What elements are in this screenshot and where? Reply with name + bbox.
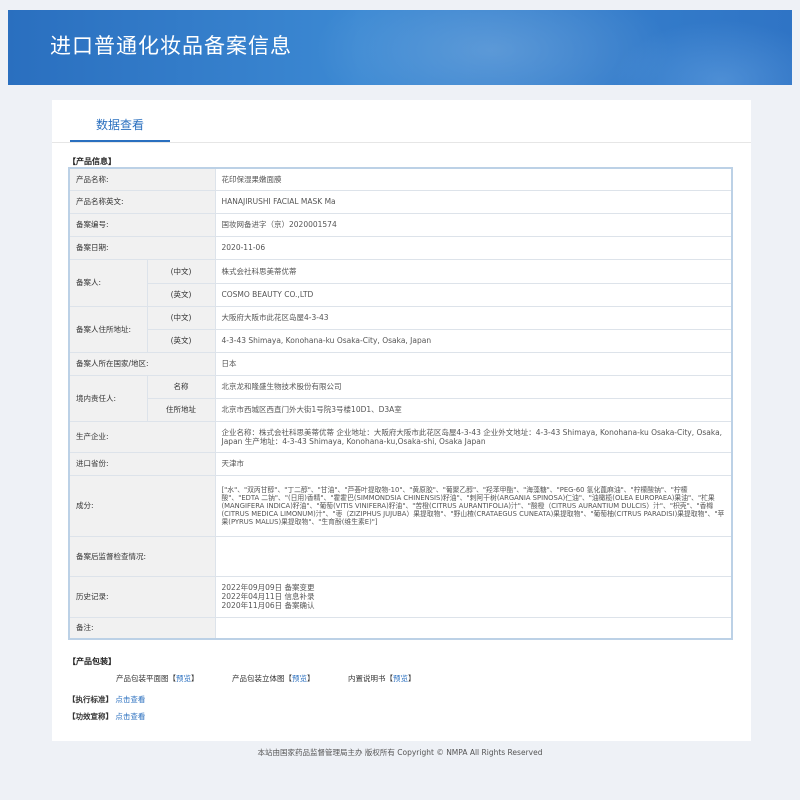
table-row: 历史记录: 2022年09月09日 备案变更 2022年04月11日 信息补录 … xyxy=(68,575,733,618)
section-efficacy: 【功效宣称】 xyxy=(68,712,113,721)
remark-label: 备注: xyxy=(68,616,216,640)
history-value: 2022年09月09日 备案变更 2022年04月11日 信息补录 2020年1… xyxy=(214,575,733,618)
bracket-close: 】 xyxy=(408,674,416,683)
address-cn-sub: (中文) xyxy=(146,305,216,330)
table-row: 备案人所在国家/地区: 日本 xyxy=(68,351,733,376)
history-label: 历史记录: xyxy=(68,575,216,618)
packaging-manual: 内置说明书【预览】 xyxy=(348,673,416,684)
agent-addr-sub: 住所地址 xyxy=(146,397,216,422)
table-row: 成分: ["水"、"双丙甘醇"、"丁二醇"、"甘油"、"芦荟叶提取物-10"、"… xyxy=(68,474,733,537)
page-title: 进口普通化妆品备案信息 xyxy=(50,34,292,58)
country-label: 备案人所在国家/地区: xyxy=(68,351,216,376)
record-no-value: 国妆网备进字（京）2020001574 xyxy=(214,212,733,237)
table-row: (英文) 4-3-43 Shimaya, Konohana-ku Osaka-C… xyxy=(69,328,733,353)
port-label: 进口省份: xyxy=(68,451,216,476)
history-entry: 2020年11月06日 备案确认 xyxy=(221,601,315,610)
table-row: 备案编号: 国妆网备进字（京）2020001574 xyxy=(68,212,733,237)
table-row: 备案人住所地址: (中文) 大阪府大阪市此花区岛屋4-3-43 xyxy=(68,305,733,353)
product-name-en-label: 产品名称英文: xyxy=(68,189,216,214)
section-packaging: 【产品包装】 xyxy=(68,657,116,666)
table-row: (英文) COSMO BEAUTY CO.,LTD xyxy=(69,282,733,307)
country-value: 日本 xyxy=(214,351,733,376)
port-value: 天津市 xyxy=(214,451,733,476)
record-no-label: 备案编号: xyxy=(68,212,216,237)
agent-name-value: 北京龙和隆盛生物技术股份有限公司 xyxy=(214,374,733,399)
footer-copyright: 本站由国家药品监督管理局主办 版权所有 Copyright © NMPA All… xyxy=(257,748,543,757)
registrant-cn-sub: (中文) xyxy=(146,258,216,284)
section-standard: 【执行标准】 xyxy=(68,695,113,704)
page: 进口普通化妆品备案信息 数据查看 【产品信息】 产品名称: 花印保湿果嫩面膜 产… xyxy=(0,0,800,800)
ingredients-label: 成分: xyxy=(68,474,216,537)
packaging-solid-preview-link[interactable]: 预览 xyxy=(292,674,307,683)
table-row: 住所地址 北京市西城区西直门外大街1号院3号楼10D1、D3A室 xyxy=(69,397,733,422)
history-entry: 2022年09月09日 备案变更 xyxy=(221,583,315,592)
table-row: 生产企业: 企业名称：株式会社科思美蒂优蒂 企业地址：大阪府大阪市此花区岛屋4-… xyxy=(68,420,733,453)
banner-glow xyxy=(612,20,792,85)
packaging-solid: 产品包装立体图【预览】 xyxy=(232,673,315,684)
product-name-en-value: HANAJIRUSHI FACIAL MASK Ma xyxy=(214,189,733,214)
history-entry: 2022年04月11日 信息补录 xyxy=(221,592,315,601)
table-row: 境内责任人: 名称 北京龙和隆盛生物技术股份有限公司 xyxy=(68,374,733,422)
efficacy-view-link[interactable]: 点击查看 xyxy=(115,712,145,721)
address-label: 备案人住所地址: xyxy=(68,305,148,353)
registrant-label: 备案人: xyxy=(68,258,148,307)
registrant-en-sub: (英文) xyxy=(146,282,216,307)
post-check-label: 备案后监督检查情况: xyxy=(68,535,216,577)
bracket-open: 【 xyxy=(168,674,177,683)
standard-view-link[interactable]: 点击查看 xyxy=(115,695,145,704)
content-panel: 数据查看 【产品信息】 产品名称: 花印保湿果嫩面膜 产品名称英文: HANAJ… xyxy=(52,100,751,741)
record-date-value: 2020-11-06 xyxy=(214,235,733,260)
agent-label: 境内责任人: xyxy=(68,374,148,422)
efficacy-row: 【功效宣称】 点击查看 xyxy=(68,711,145,722)
registrant-cn-value: 株式会社科思美蒂优蒂 xyxy=(214,258,733,284)
packaging-flat-preview-link[interactable]: 预览 xyxy=(176,674,191,683)
ingredients-value: ["水"、"双丙甘醇"、"丁二醇"、"甘油"、"芦荟叶提取物-10"、"黄原胶"… xyxy=(214,474,733,537)
address-en-value: 4-3-43 Shimaya, Konohana-ku Osaka-City, … xyxy=(214,328,733,353)
packaging-solid-label: 产品包装立体图 xyxy=(232,674,285,683)
record-date-label: 备案日期: xyxy=(68,235,216,260)
table-row: 产品名称英文: HANAJIRUSHI FACIAL MASK Ma xyxy=(68,189,733,214)
header-banner: 进口普通化妆品备案信息 xyxy=(8,10,792,85)
table-row: 备注: xyxy=(68,616,733,640)
table-row: 备案日期: 2020-11-06 xyxy=(68,235,733,260)
remark-value xyxy=(214,616,733,640)
bracket-open: 【 xyxy=(385,674,394,683)
manufacturer-value: 企业名称：株式会社科思美蒂优蒂 企业地址：大阪府大阪市此花区岛屋4-3-43 企… xyxy=(214,420,733,453)
table-row: 备案人: (中文) 株式会社科思美蒂优蒂 xyxy=(68,258,733,307)
product-name-value: 花印保湿果嫩面膜 xyxy=(214,167,733,191)
agent-addr-value: 北京市西城区西直门外大街1号院3号楼10D1、D3A室 xyxy=(214,397,733,422)
tab-underline xyxy=(52,142,751,143)
packaging-manual-label: 内置说明书 xyxy=(348,674,386,683)
product-info-table: 产品名称: 花印保湿果嫩面膜 产品名称英文: HANAJIRUSHI FACIA… xyxy=(68,167,733,640)
tab-data-view[interactable]: 数据查看 xyxy=(70,114,170,142)
bracket-close: 】 xyxy=(307,674,315,683)
packaging-flat-label: 产品包装平面图 xyxy=(116,674,169,683)
manufacturer-label: 生产企业: xyxy=(68,420,216,453)
address-en-sub: (英文) xyxy=(146,328,216,353)
packaging-flat: 产品包装平面图【预览】 xyxy=(116,673,199,684)
table-row: 进口省份: 天津市 xyxy=(68,451,733,476)
registrant-en-value: COSMO BEAUTY CO.,LTD xyxy=(214,282,733,307)
post-check-value xyxy=(214,535,733,577)
address-cn-value: 大阪府大阪市此花区岛屋4-3-43 xyxy=(214,305,733,330)
table-row: 备案后监督检查情况: xyxy=(68,535,733,577)
product-name-label: 产品名称: xyxy=(68,167,216,191)
section-product-info: 【产品信息】 xyxy=(68,157,116,166)
bracket-open: 【 xyxy=(284,674,293,683)
agent-name-sub: 名称 xyxy=(146,374,216,399)
table-row: 产品名称: 花印保湿果嫩面膜 xyxy=(68,167,733,191)
standard-row: 【执行标准】 点击查看 xyxy=(68,694,145,705)
bracket-close: 】 xyxy=(191,674,199,683)
packaging-manual-preview-link[interactable]: 预览 xyxy=(393,674,408,683)
